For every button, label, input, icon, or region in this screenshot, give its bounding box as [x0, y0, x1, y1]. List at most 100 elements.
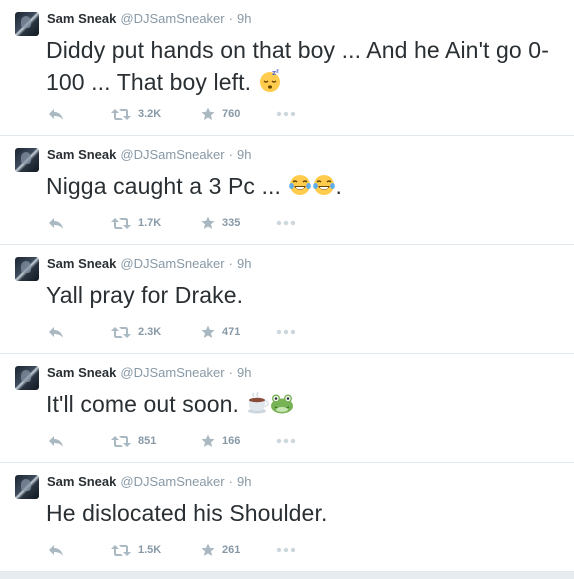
timestamp[interactable]: 9h: [237, 365, 251, 380]
separator-dot: ·: [228, 474, 233, 489]
favorite-button[interactable]: 760: [194, 107, 276, 121]
retweet-count: 3.2K: [138, 108, 162, 120]
timestamp[interactable]: 9h: [237, 147, 251, 162]
user-name[interactable]: Sam Sneak: [47, 365, 116, 380]
avatar[interactable]: [15, 475, 39, 499]
retweet-button[interactable]: 1.5K: [104, 544, 194, 557]
user-handle[interactable]: @DJSamSneaker: [120, 365, 224, 380]
hot-beverage-emoji-icon: [246, 391, 270, 415]
tweet[interactable]: Sam Sneak @DJSamSneaker · 9h Diddy put hands…: [0, 0, 574, 136]
favorite-count: 335: [222, 217, 241, 229]
retweet-count: 2.3K: [138, 326, 162, 338]
favorite-count: 760: [222, 108, 241, 120]
user-name[interactable]: Sam Sneak: [47, 147, 116, 162]
tweet-feed: Sam Sneak @DJSamSneaker · 9h Diddy put hands…: [0, 0, 574, 572]
reply-icon: [48, 435, 64, 448]
tweet-text-content: Nigga caught a 3 Pc ...: [46, 173, 288, 199]
avatar[interactable]: [15, 366, 39, 390]
retweet-button[interactable]: 3.2K: [104, 108, 194, 121]
reply-button[interactable]: [48, 108, 104, 121]
tweet-text-trailing: .: [335, 173, 342, 199]
separator-dot: ·: [228, 365, 233, 380]
tears-of-joy-emoji-icon: [312, 173, 336, 197]
favorite-button[interactable]: 335: [194, 216, 276, 230]
reply-button[interactable]: [48, 544, 104, 557]
tweet[interactable]: Sam Sneak @DJSamSneaker · 9h It'll come out …: [0, 354, 574, 463]
more-dots-icon: [276, 329, 296, 335]
user-handle[interactable]: @DJSamSneaker: [120, 474, 224, 489]
more-dots-icon: [276, 111, 296, 117]
more-button[interactable]: [276, 547, 296, 553]
more-button[interactable]: [276, 220, 296, 226]
retweet-button[interactable]: 2.3K: [104, 326, 194, 339]
more-dots-icon: [276, 547, 296, 553]
favorite-button[interactable]: 166: [194, 434, 276, 448]
tweet[interactable]: Sam Sneak @DJSamSneaker · 9h He dislocated h…: [0, 463, 574, 572]
reply-icon: [48, 108, 64, 121]
tweet-text: Diddy put hands on that boy ... And he A…: [46, 34, 564, 98]
more-button[interactable]: [276, 329, 296, 335]
user-handle[interactable]: @DJSamSneaker: [120, 147, 224, 162]
reply-button[interactable]: [48, 435, 104, 448]
star-icon: [201, 325, 215, 339]
tweet-text: Yall pray for Drake.: [46, 279, 564, 311]
timestamp[interactable]: 9h: [237, 474, 251, 489]
tweet-header: Sam Sneak @DJSamSneaker · 9h: [47, 256, 251, 272]
tweet-text: He dislocated his Shoulder.: [46, 497, 564, 529]
sleeping-face-emoji-icon: zz: [258, 69, 282, 93]
tweet-text-content: Diddy put hands on that boy ... And he A…: [46, 37, 549, 95]
retweet-count: 1.5K: [138, 544, 162, 556]
separator-dot: ·: [228, 11, 233, 26]
avatar[interactable]: [15, 148, 39, 172]
user-name[interactable]: Sam Sneak: [47, 11, 116, 26]
star-icon: [201, 434, 215, 448]
tweet-header: Sam Sneak @DJSamSneaker · 9h: [47, 147, 251, 163]
timestamp[interactable]: 9h: [237, 11, 251, 26]
avatar[interactable]: [15, 257, 39, 281]
user-handle[interactable]: @DJSamSneaker: [120, 11, 224, 26]
favorite-count: 166: [222, 435, 241, 447]
retweet-button[interactable]: 851: [104, 435, 194, 448]
tweet-actions: 851 166: [48, 434, 296, 448]
tweet[interactable]: Sam Sneak @DJSamSneaker · 9h Nigga caught a …: [0, 136, 574, 245]
retweet-icon: [111, 108, 131, 121]
reply-icon: [48, 326, 64, 339]
reply-button[interactable]: [48, 326, 104, 339]
retweet-button[interactable]: 1.7K: [104, 217, 194, 230]
retweet-icon: [111, 435, 131, 448]
tweet-actions: 3.2K 760: [48, 107, 296, 121]
tweet[interactable]: Sam Sneak @DJSamSneaker · 9h Yall pray for D…: [0, 245, 574, 354]
tweet-actions: 2.3K 471: [48, 325, 296, 339]
favorite-button[interactable]: 471: [194, 325, 276, 339]
user-name[interactable]: Sam Sneak: [47, 256, 116, 271]
tweet-text-content: Yall pray for Drake.: [46, 282, 244, 308]
tweet-actions: 1.5K 261: [48, 543, 296, 557]
more-button[interactable]: [276, 111, 296, 117]
user-handle[interactable]: @DJSamSneaker: [120, 256, 224, 271]
tweet-text: Nigga caught a 3 Pc ... .: [46, 170, 564, 202]
separator-dot: ·: [228, 256, 233, 271]
timestamp[interactable]: 9h: [237, 256, 251, 271]
tweet-text-content: He dislocated his Shoulder.: [46, 500, 328, 526]
favorite-count: 471: [222, 326, 241, 338]
retweet-count: 851: [138, 435, 157, 447]
more-button[interactable]: [276, 438, 296, 444]
tweet-text: It'll come out soon.: [46, 388, 564, 420]
reply-button[interactable]: [48, 217, 104, 230]
avatar[interactable]: [15, 12, 39, 36]
star-icon: [201, 216, 215, 230]
reply-icon: [48, 544, 64, 557]
more-dots-icon: [276, 438, 296, 444]
retweet-icon: [111, 544, 131, 557]
user-name[interactable]: Sam Sneak: [47, 474, 116, 489]
retweet-icon: [111, 326, 131, 339]
star-icon: [201, 107, 215, 121]
star-icon: [201, 543, 215, 557]
tears-of-joy-emoji-icon: [288, 173, 312, 197]
favorite-count: 261: [222, 544, 241, 556]
favorite-button[interactable]: 261: [194, 543, 276, 557]
tweet-text-content: It'll come out soon.: [46, 391, 246, 417]
frog-face-emoji-icon: [270, 391, 294, 415]
retweet-icon: [111, 217, 131, 230]
separator-dot: ·: [228, 147, 233, 162]
